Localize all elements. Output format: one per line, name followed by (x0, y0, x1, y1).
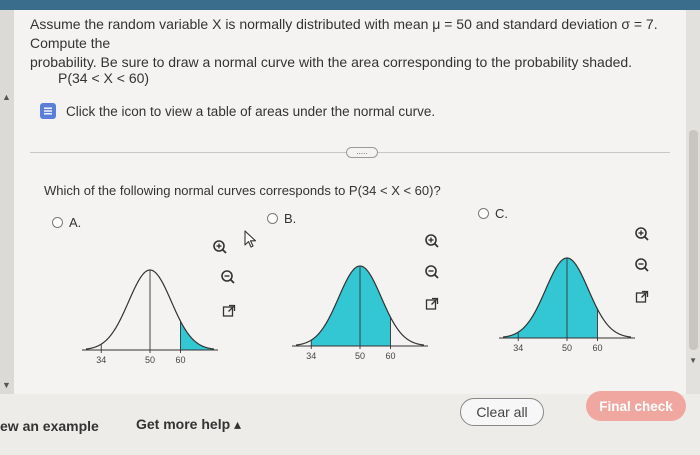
option-a-radio[interactable]: A. (52, 215, 81, 230)
tick-label: 50 (145, 355, 155, 365)
mouse-cursor-icon (243, 230, 259, 255)
option-b-radio[interactable]: B. (267, 211, 296, 226)
get-more-help-link[interactable]: Get more help ▴ (136, 416, 241, 433)
tick-label: 60 (385, 351, 395, 361)
zoom-out-icon[interactable] (219, 268, 237, 286)
shaded-area (180, 321, 214, 350)
tick-label: 34 (306, 351, 316, 361)
left-rail: ▲ ▼ (0, 10, 14, 410)
prompt-text: Which of the following normal curves cor… (44, 183, 441, 198)
collapse-up-icon[interactable]: ▲ (2, 92, 11, 102)
tick-label: 60 (175, 355, 185, 365)
option-c-radio[interactable]: C. (478, 206, 508, 221)
expand-dots-button[interactable]: ..... (346, 147, 378, 158)
question-line-1: Assume the random variable X is normally… (30, 16, 658, 51)
tick-label: 50 (562, 343, 572, 353)
option-c-normal-curve[interactable]: 34 50 60 (497, 250, 637, 360)
tick-label: 34 (513, 343, 523, 353)
normal-table-help[interactable]: Click the icon to view a table of areas … (40, 103, 435, 119)
option-a-normal-curve[interactable]: 34 50 60 (80, 262, 220, 372)
scrollbar-thumb[interactable] (689, 130, 698, 350)
help-text: Click the icon to view a table of areas … (66, 103, 436, 119)
tick-label: 50 (355, 351, 365, 361)
zoom-in-icon[interactable] (633, 225, 651, 243)
open-new-window-icon[interactable] (220, 302, 238, 320)
scroll-down-icon[interactable]: ▼ (689, 356, 697, 365)
radio-circle[interactable] (478, 208, 489, 219)
option-b-label: B. (284, 211, 297, 226)
shaded-area (311, 266, 391, 346)
option-c-label: C. (495, 206, 508, 221)
radio-circle[interactable] (267, 213, 278, 224)
view-example-link[interactable]: ew an example (0, 418, 99, 434)
final-check-button[interactable]: Final check (586, 391, 686, 421)
top-bar (0, 0, 700, 10)
zoom-in-icon[interactable] (423, 232, 441, 250)
radio-circle[interactable] (52, 217, 63, 228)
option-a-label: A. (69, 215, 82, 230)
shaded-area (503, 258, 598, 338)
clear-all-button[interactable]: Clear all (460, 398, 544, 426)
probability-expression: P(34 < X < 60) (58, 70, 150, 86)
tick-label: 34 (96, 355, 106, 365)
option-b-normal-curve[interactable]: 34 50 60 (290, 258, 430, 368)
question-text: Assume the random variable X is normally… (30, 15, 690, 72)
collapse-down-icon[interactable]: ▼ (2, 380, 11, 390)
tick-label: 60 (592, 343, 602, 353)
table-icon[interactable] (40, 103, 56, 119)
zoom-in-icon[interactable] (211, 238, 229, 256)
